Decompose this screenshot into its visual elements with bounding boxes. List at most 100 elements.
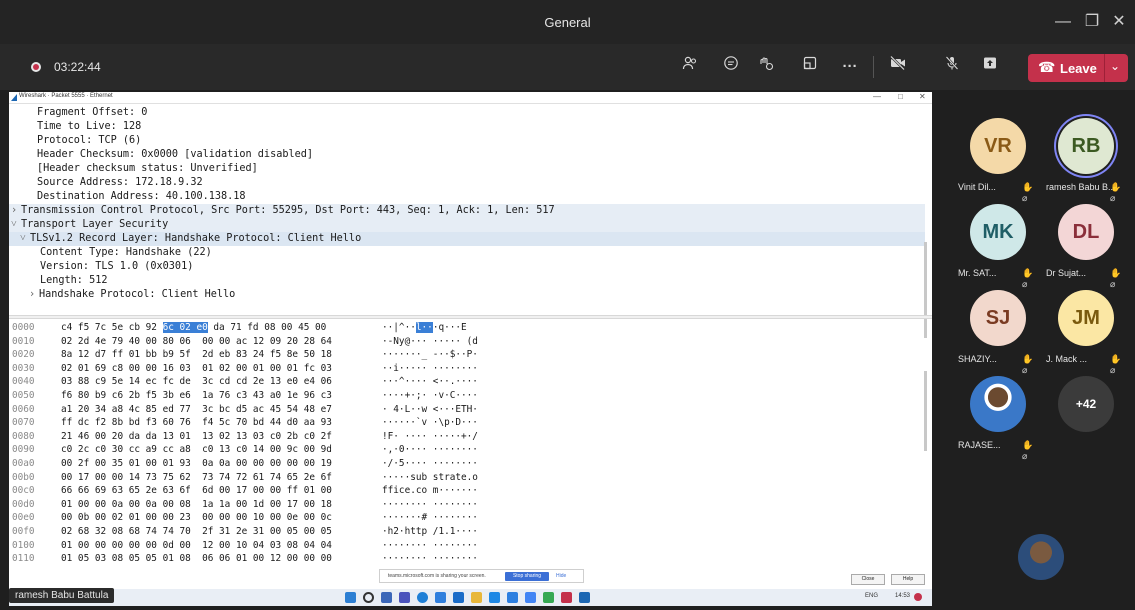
pane-splitter[interactable] bbox=[9, 315, 932, 319]
hex-offset: 00b0 bbox=[12, 471, 35, 483]
tree-row-text: Destination Address: 40.100.138.18 bbox=[37, 191, 246, 202]
task-view-icon[interactable] bbox=[381, 592, 392, 603]
wireshark-taskbar-icon[interactable] bbox=[579, 592, 590, 603]
hex-row[interactable]: 0050 f6 80 b9 c6 2b f5 3b e6 1a 76 c3 43 … bbox=[9, 389, 909, 402]
hex-row[interactable]: 0090 c0 2c c0 30 cc a9 cc a8 c0 13 c0 14 … bbox=[9, 443, 909, 456]
tree-row[interactable]: › Handshake Protocol: Client Hello bbox=[9, 288, 925, 302]
tree-row-text: Version: TLS 1.0 (0x0301) bbox=[40, 261, 194, 272]
tree-row[interactable]: Destination Address: 40.100.138.18 bbox=[9, 190, 925, 204]
minimize-icon[interactable]: — bbox=[1048, 8, 1078, 36]
hex-row[interactable]: 0060 a1 20 34 a8 4c 85 ed 77 3c bc d5 ac … bbox=[9, 403, 909, 416]
teams-icon[interactable] bbox=[399, 592, 410, 603]
start-icon[interactable] bbox=[345, 592, 356, 603]
hex-scrollbar[interactable] bbox=[924, 371, 927, 451]
more-participants-badge[interactable]: +42 bbox=[1058, 376, 1114, 432]
participant-name: Dr Sujat... bbox=[1046, 268, 1087, 278]
tree-row[interactable]: Version: TLS 1.0 (0x0301) bbox=[9, 260, 925, 274]
app-icon[interactable] bbox=[489, 592, 500, 603]
hex-row[interactable]: 0020 8a 12 d7 ff 01 bb b9 5f 2d eb 83 24 … bbox=[9, 348, 909, 361]
tree-row[interactable]: › Transmission Control Protocol, Src Port… bbox=[9, 204, 925, 218]
hex-row[interactable]: 00c0 66 66 69 63 65 2e 63 6f 6d 00 17 00 … bbox=[9, 484, 909, 497]
share-screen-icon[interactable] bbox=[976, 54, 1004, 80]
tree-row[interactable]: Time to Live: 128 bbox=[9, 120, 925, 134]
hex-row[interactable]: 0010 02 2d 4e 79 40 00 80 06 00 00 ac 12 … bbox=[9, 335, 909, 348]
participant-avatar[interactable]: JM bbox=[1058, 290, 1114, 346]
powerpoint-icon[interactable] bbox=[561, 592, 572, 603]
tree-row[interactable]: Protocol: TCP (6) bbox=[9, 134, 925, 148]
tree-row-text: Length: 512 bbox=[40, 275, 108, 286]
reactions-icon[interactable] bbox=[752, 54, 780, 80]
help-button[interactable]: Help bbox=[891, 574, 925, 585]
more-icon[interactable]: ··· bbox=[836, 54, 864, 80]
hex-row[interactable]: 00d0 01 00 00 0a 00 0a 00 08 1a 1a 00 1d … bbox=[9, 498, 909, 511]
restore-icon[interactable]: ❐ bbox=[1077, 8, 1107, 36]
hex-row[interactable]: 0110 01 05 03 08 05 05 01 08 06 06 01 00 … bbox=[9, 552, 909, 565]
hex-offset: 0060 bbox=[12, 403, 35, 415]
browser-icon[interactable] bbox=[525, 592, 536, 603]
excel-icon[interactable] bbox=[543, 592, 554, 603]
tree-row[interactable]: Header Checksum: 0x0000 [validation disa… bbox=[9, 148, 925, 162]
tree-row-text: Transport Layer Security bbox=[21, 219, 169, 230]
close-button[interactable]: Close bbox=[851, 574, 885, 585]
tree-row[interactable]: Content Type: Handshake (22) bbox=[9, 246, 925, 260]
outlook-icon[interactable] bbox=[453, 592, 464, 603]
camera-off-icon[interactable] bbox=[884, 54, 912, 80]
presenter-name-tag: ramesh Babu Battula bbox=[9, 588, 115, 603]
participant-avatar[interactable]: MK bbox=[970, 204, 1026, 260]
tree-row[interactable]: Length: 512 bbox=[9, 274, 925, 288]
search-icon[interactable] bbox=[363, 592, 374, 603]
mic-off-icon[interactable] bbox=[938, 54, 966, 80]
participant-avatar[interactable] bbox=[970, 376, 1026, 432]
participant-avatar[interactable]: SJ bbox=[970, 290, 1026, 346]
stop-sharing-button[interactable]: Stop sharing bbox=[505, 572, 549, 581]
participant-name: Vinit Dil... bbox=[958, 182, 996, 192]
hex-row[interactable]: 0070 ff dc f2 8b bd f3 60 76 f4 5c 70 bd … bbox=[9, 416, 909, 429]
rooms-icon[interactable] bbox=[796, 54, 824, 80]
hex-row[interactable]: 00e0 00 0b 00 02 01 00 00 23 00 00 00 10 … bbox=[9, 511, 909, 524]
tree-row[interactable]: Source Address: 172.18.9.32 bbox=[9, 176, 925, 190]
ws-close-icon: ✕ bbox=[919, 92, 926, 101]
windows-taskbar: ENG 14:53 bbox=[9, 589, 932, 606]
tree-row[interactable]: Fragment Offset: 0 bbox=[9, 106, 925, 120]
hex-row[interactable]: 00b0 00 17 00 00 14 73 75 62 73 74 72 61 … bbox=[9, 471, 909, 484]
hex-row[interactable]: 00a0 00 2f 00 35 01 00 01 93 0a 0a 00 00 … bbox=[9, 457, 909, 470]
mic-muted-icon: ✋ ⌀ bbox=[1022, 440, 1034, 461]
hex-row[interactable]: 0040 03 88 c9 5e 14 ec fc de 3c cd cd 2e … bbox=[9, 375, 909, 388]
hide-link[interactable]: Hide bbox=[556, 573, 566, 579]
chrome-icon[interactable] bbox=[435, 592, 446, 603]
people-icon[interactable] bbox=[676, 54, 704, 80]
hex-row[interactable]: 00f0 02 68 32 08 68 74 74 70 2f 31 2e 31 … bbox=[9, 525, 909, 538]
notification-badge[interactable] bbox=[914, 593, 922, 601]
mail-icon[interactable] bbox=[507, 592, 518, 603]
tree-row[interactable]: ˅ Transport Layer Security bbox=[9, 218, 925, 232]
hex-bytes: 01 05 03 08 05 05 01 08 06 06 01 00 12 0… bbox=[61, 553, 332, 565]
hex-offset: 0080 bbox=[12, 430, 35, 442]
hex-bytes: 01 00 00 00 00 00 0d 00 12 00 10 04 03 0… bbox=[61, 539, 332, 551]
hex-ascii: !F· ···· ·····+·/ bbox=[382, 430, 478, 442]
close-icon[interactable]: ✕ bbox=[1104, 8, 1134, 36]
participant-avatar[interactable]: RB bbox=[1058, 118, 1114, 174]
hex-row[interactable]: 0000 c4 f5 7c 5e cb 92 6c 02 e0 da 71 fd … bbox=[9, 321, 909, 334]
leave-button[interactable]: ☎ Leave ⌄ bbox=[1028, 54, 1128, 82]
hex-row[interactable]: 0100 01 00 00 00 00 00 0d 00 12 00 10 04 … bbox=[9, 539, 909, 552]
participant-avatar[interactable]: DL bbox=[1058, 204, 1114, 260]
expand-icon[interactable]: › bbox=[29, 288, 35, 302]
mic-muted-icon: ✋ ⌀ bbox=[1110, 354, 1122, 375]
hex-offset: 0020 bbox=[12, 349, 35, 361]
collapse-icon[interactable]: ˅ bbox=[20, 232, 26, 246]
tree-row[interactable]: [Header checksum status: Unverified] bbox=[9, 162, 925, 176]
collapse-icon[interactable]: ˅ bbox=[11, 218, 17, 232]
tree-row-text: Fragment Offset: 0 bbox=[37, 107, 148, 118]
hex-row[interactable]: 0080 21 46 00 20 da da 13 01 13 02 13 03 … bbox=[9, 430, 909, 443]
hex-offset: 0010 bbox=[12, 335, 35, 347]
edge-icon[interactable] bbox=[417, 592, 428, 603]
hex-row[interactable]: 0030 02 01 69 c8 00 00 16 03 01 02 00 01 … bbox=[9, 362, 909, 375]
chat-icon[interactable] bbox=[717, 54, 745, 80]
chevron-down-icon[interactable]: ⌄ bbox=[1110, 59, 1120, 73]
self-view-avatar[interactable] bbox=[1018, 534, 1064, 580]
expand-icon[interactable]: › bbox=[11, 204, 17, 218]
tree-row[interactable]: ˅ TLSv1.2 Record Layer: Handshake Protoco… bbox=[9, 232, 925, 246]
file-explorer-icon[interactable] bbox=[471, 592, 482, 603]
hex-bytes: 01 00 00 0a 00 0a 00 08 1a 1a 00 1d 00 1… bbox=[61, 498, 332, 510]
participant-avatar[interactable]: VR bbox=[970, 118, 1026, 174]
